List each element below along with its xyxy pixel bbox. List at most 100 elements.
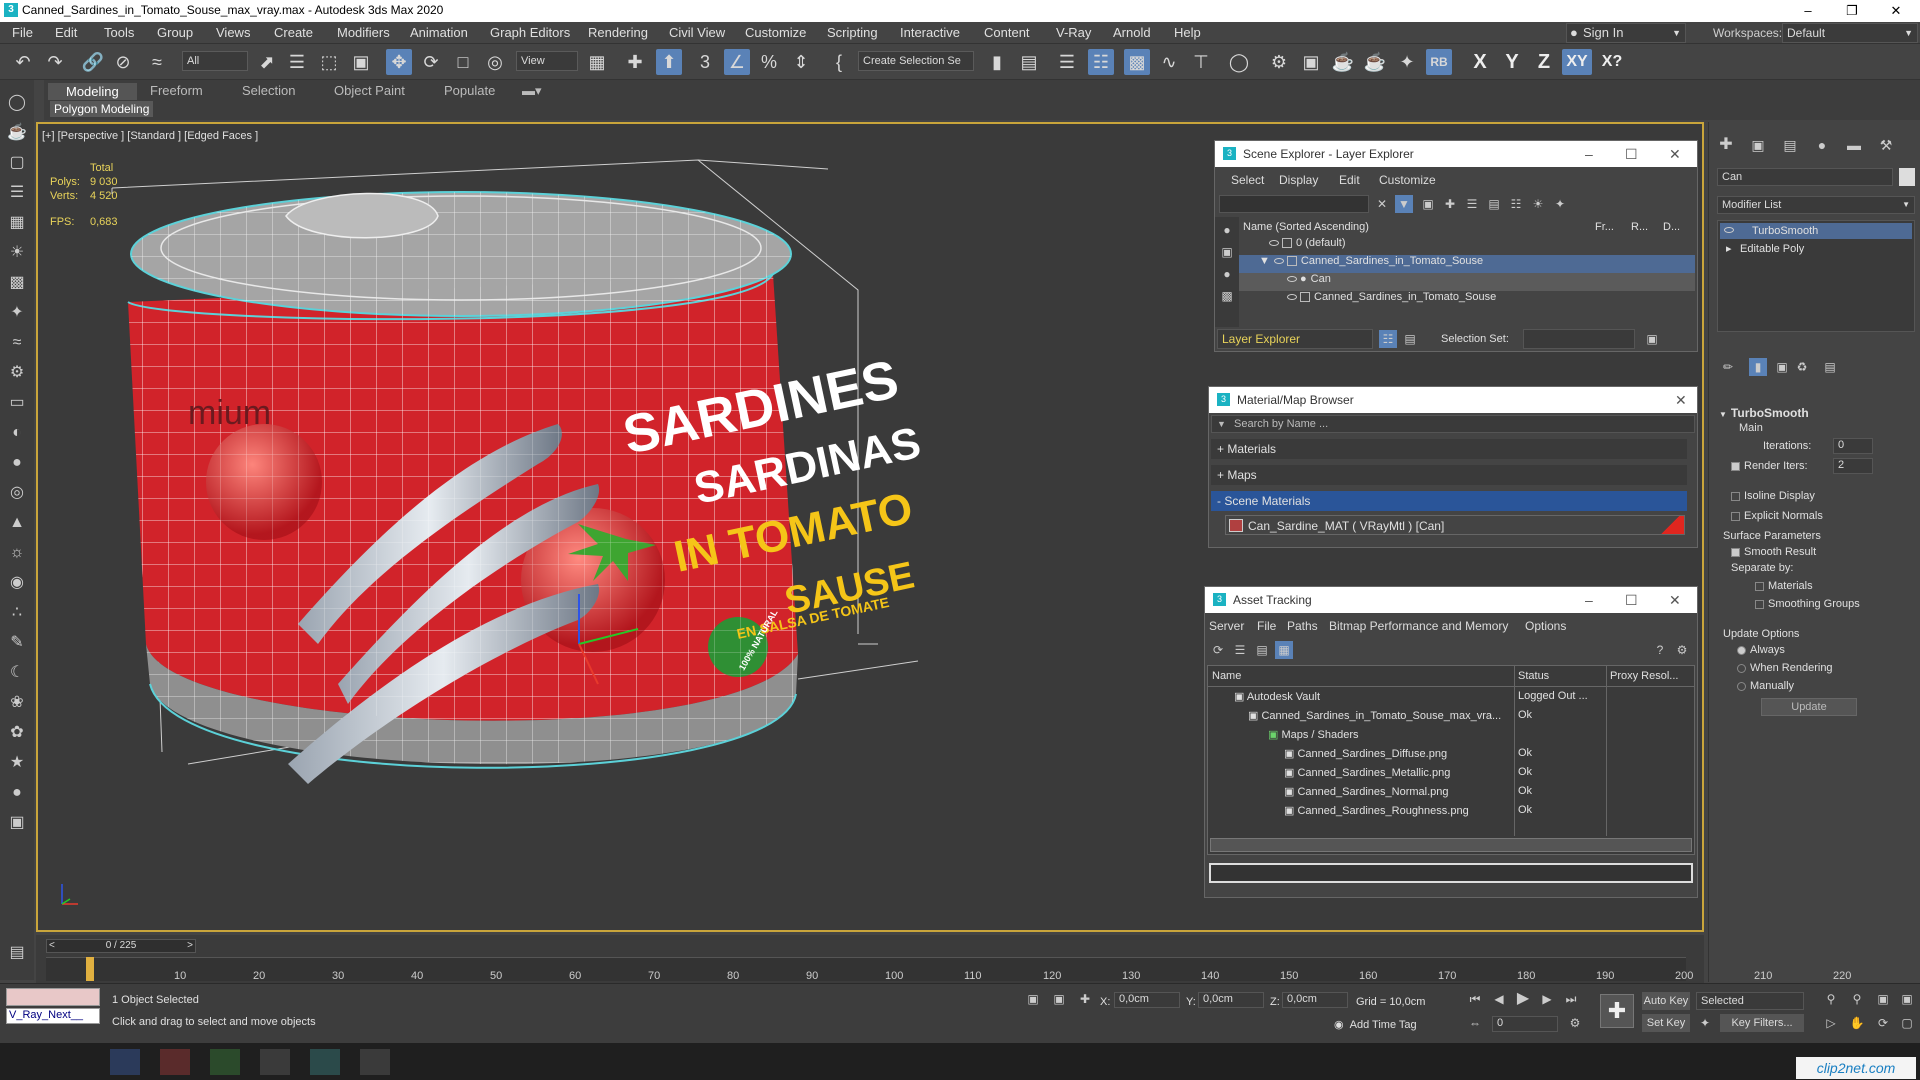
lock-icon[interactable]: ▣ [1419, 195, 1437, 213]
menu-rendering[interactable]: Rendering [588, 25, 648, 40]
polygon-modeling-label[interactable]: Polygon Modeling [50, 101, 154, 117]
taskbar-app-icon[interactable] [110, 1049, 140, 1075]
group-scene-materials[interactable]: - Scene Materials [1211, 491, 1687, 511]
menu-help[interactable]: Help [1174, 25, 1201, 40]
camera-icon[interactable]: ▩ [6, 272, 28, 294]
toggle-ribbon-icon[interactable]: ▩ [1124, 49, 1150, 75]
zoom-icon[interactable]: ⚲ [1822, 990, 1840, 1008]
light-icon[interactable]: ☀ [6, 242, 28, 264]
key-filters-button[interactable]: Key Filters... [1720, 1014, 1804, 1032]
expand-arrow-icon[interactable]: ▸ [1726, 241, 1732, 257]
menu-graph-editors[interactable]: Graph Editors [490, 25, 570, 40]
orbit-icon[interactable]: ⟳ [1874, 1014, 1892, 1032]
table-row[interactable]: ▣ Maps / Shaders [1268, 728, 1359, 741]
at-menu-server[interactable]: Server [1209, 619, 1244, 633]
se-col-r[interactable]: R... [1631, 221, 1648, 233]
eye-icon[interactable] [1724, 227, 1734, 233]
torus-icon[interactable]: ◎ [6, 482, 28, 504]
tab-populate[interactable]: Populate [444, 83, 495, 98]
place-icon[interactable]: ◎ [482, 49, 508, 75]
select-object-icon[interactable]: ⬈ [254, 49, 280, 75]
modify-tab-icon[interactable]: ▣ [1749, 136, 1767, 154]
axis-xy-button[interactable]: XY [1562, 49, 1592, 75]
configure-sets-icon[interactable]: ▤ [1821, 358, 1839, 376]
undo-icon[interactable]: ↶ [10, 49, 36, 75]
menu-tools[interactable]: Tools [104, 25, 134, 40]
render-iters-spinner[interactable]: 2 [1833, 458, 1873, 474]
menu-content[interactable]: Content [984, 25, 1030, 40]
render-setup-icon[interactable]: ⚙ [1266, 49, 1292, 75]
tab-selection[interactable]: Selection [242, 83, 295, 98]
separate-smoothing-checkbox[interactable]: Smoothing Groups [1755, 598, 1860, 610]
at-col-proxy[interactable]: Proxy Resol... [1610, 670, 1678, 682]
stack-item-turbosmooth[interactable]: TurboSmooth [1720, 223, 1912, 239]
close-icon[interactable]: ✕ [1675, 387, 1687, 413]
next-frame-icon[interactable]: ▶ [1538, 990, 1556, 1008]
utilities-tab-icon[interactable]: ⚒ [1877, 136, 1895, 154]
se-col-d[interactable]: D... [1663, 221, 1680, 233]
se-row[interactable]: ▼ Canned_Sardines_in_Tomato_Souse [1239, 255, 1695, 273]
at-col-status[interactable]: Status [1518, 670, 1549, 682]
ribbon-options-icon[interactable]: ▬▾ [522, 83, 542, 99]
set-key-icon[interactable]: ✚ [1600, 994, 1634, 1028]
rb-button[interactable]: RB [1426, 49, 1452, 75]
isolate-selection-icon[interactable]: ▣ [1024, 990, 1042, 1008]
slider-left-icon[interactable]: < [49, 940, 55, 952]
at-menu-bitmap[interactable]: Bitmap Performance and Memory [1329, 619, 1508, 633]
make-unique-icon[interactable]: ▣ [1773, 358, 1791, 376]
cloth-icon[interactable]: ★ [6, 752, 28, 774]
material-editor-icon[interactable]: ◯ [1226, 49, 1252, 75]
time-cursor[interactable] [86, 957, 94, 981]
toggle-scene-explorer-icon[interactable]: ☰ [1054, 49, 1080, 75]
z-coordinate-input[interactable]: 0,0cm [1282, 992, 1348, 1008]
taskbar-app-icon[interactable] [260, 1049, 290, 1075]
menu-create[interactable]: Create [274, 25, 313, 40]
eye-icon[interactable] [1287, 276, 1297, 283]
schematic-view-icon[interactable]: ⊤ [1188, 49, 1214, 75]
maximize-icon[interactable]: ☐ [1625, 587, 1638, 613]
menu-edit[interactable]: Edit [55, 25, 77, 40]
pivot-center-icon[interactable]: ▦ [584, 49, 610, 75]
light-filter-icon[interactable]: ☀ [1529, 195, 1547, 213]
stack-icon[interactable]: ☷ [1507, 195, 1525, 213]
table-row[interactable]: ▣ Autodesk Vault [1234, 690, 1320, 703]
slider-right-icon[interactable]: > [187, 940, 193, 952]
menu-animation[interactable]: Animation [410, 25, 468, 40]
axis-z-button[interactable]: Z [1530, 49, 1558, 75]
teapot-icon[interactable]: ☕ [6, 122, 28, 144]
menu-civil-view[interactable]: Civil View [669, 25, 725, 40]
renderer-field[interactable]: V_Ray_Next__ [6, 1008, 100, 1024]
asset-path-input[interactable] [1209, 863, 1693, 883]
axis-xq-button[interactable]: X? [1598, 49, 1626, 75]
tab-modeling[interactable]: Modeling [48, 83, 137, 100]
box-icon[interactable]: ▢ [6, 152, 28, 174]
display-objects-icon[interactable]: ● [1218, 221, 1236, 239]
taskbar-app-icon[interactable] [160, 1049, 190, 1075]
se-col-name[interactable]: Name (Sorted Ascending) [1243, 221, 1369, 233]
play-icon[interactable]: ▶ [1514, 990, 1532, 1008]
sign-in-dropdown[interactable]: ● Sign In ▼ [1566, 23, 1686, 43]
eye-icon[interactable] [1269, 240, 1279, 247]
at-menu-file[interactable]: File [1257, 619, 1276, 633]
statistics-icon[interactable]: ▤ [6, 942, 28, 964]
table-row[interactable]: ▣ Canned_Sardines_Diffuse.png [1284, 747, 1447, 760]
hierarchy-toggle-icon[interactable]: ▤ [1401, 330, 1419, 348]
hair-icon[interactable]: ✿ [6, 722, 28, 744]
select-and-scale-icon[interactable]: □ [450, 49, 476, 75]
menu-scripting[interactable]: Scripting [827, 25, 878, 40]
se-menu-customize[interactable]: Customize [1379, 173, 1436, 187]
selection-lock-icon[interactable]: ▣ [1050, 990, 1068, 1008]
manipulate-icon[interactable]: ✚ [622, 49, 648, 75]
selection-filter-select[interactable]: All [182, 51, 248, 71]
taskbar-app-icon[interactable] [360, 1049, 390, 1075]
render-activeshade-icon[interactable]: ✦ [1394, 49, 1420, 75]
bind-space-warp-icon[interactable]: ≈ [144, 49, 170, 75]
display-tab-icon[interactable]: ▬ [1845, 136, 1863, 154]
always-radio[interactable]: Always [1737, 644, 1785, 656]
select-by-name-icon[interactable]: ☰ [284, 49, 310, 75]
tab-object-paint[interactable]: Object Paint [334, 83, 405, 98]
hierarchy-icon[interactable]: ▤ [1485, 195, 1503, 213]
minimize-icon[interactable]: – [1585, 587, 1593, 613]
go-to-end-icon[interactable]: ⏭ [1562, 990, 1580, 1008]
particles-icon[interactable]: ∴ [6, 602, 28, 624]
